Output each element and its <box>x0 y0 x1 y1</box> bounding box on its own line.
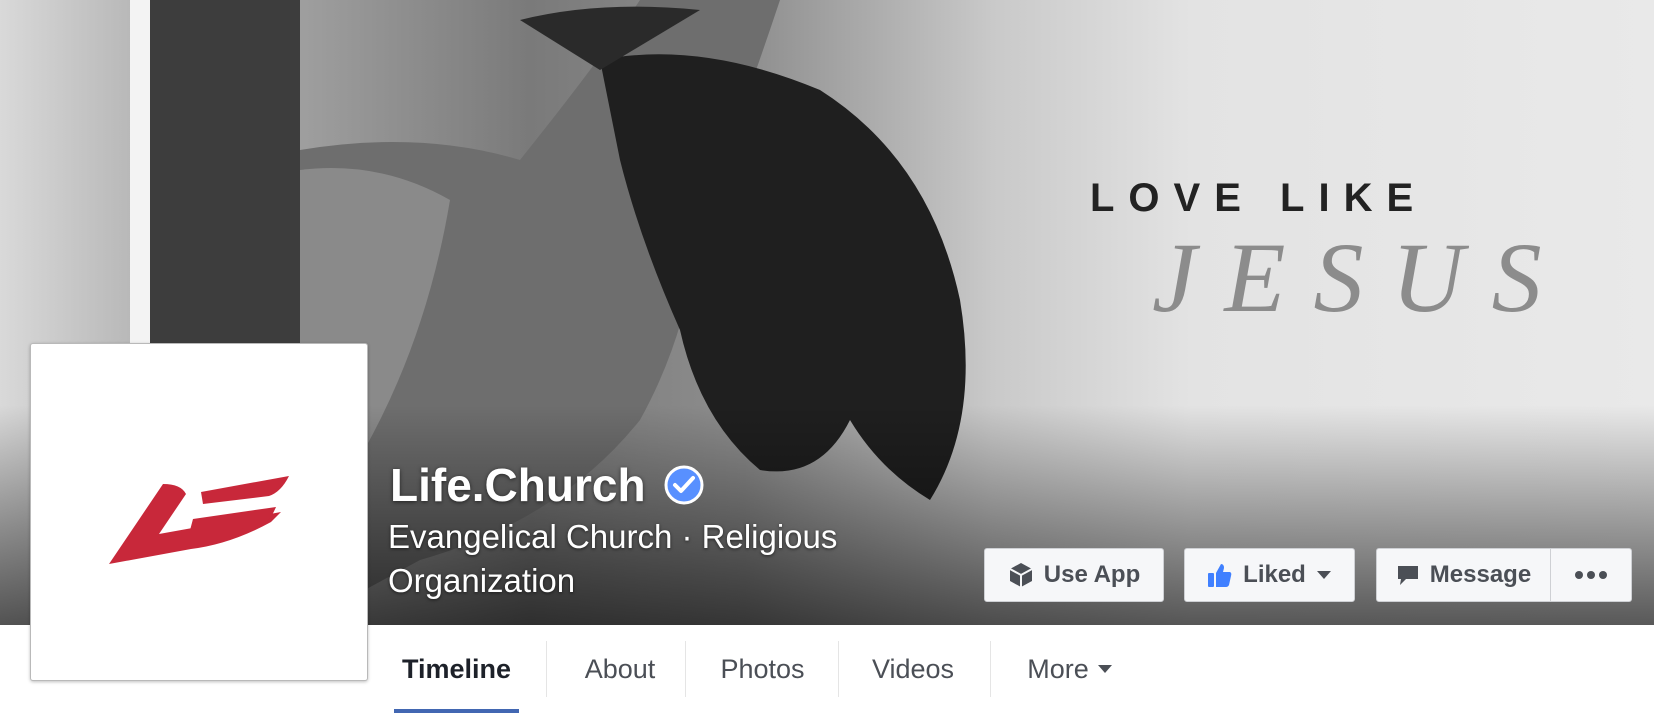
liked-button[interactable]: Liked <box>1184 548 1355 602</box>
caret-down-icon <box>1097 665 1112 673</box>
tab-videos[interactable]: Videos <box>853 625 973 713</box>
tab-photos[interactable]: Photos <box>700 625 825 713</box>
tab-more-label: More <box>1027 653 1089 684</box>
tab-divider <box>685 641 686 697</box>
page-name[interactable]: Life.Church <box>390 458 646 512</box>
use-app-button[interactable]: Use App <box>984 548 1164 602</box>
message-label: Message <box>1429 561 1532 588</box>
cover-tagline-love-like: LOVE LIKE <box>1090 176 1428 220</box>
more-options-button[interactable] <box>1550 548 1632 602</box>
tab-timeline[interactable]: Timeline <box>394 625 519 713</box>
tab-divider <box>990 641 991 697</box>
tab-divider <box>838 641 839 697</box>
speech-bubble-icon <box>1397 566 1418 585</box>
page-category[interactable]: Evangelical Church · Religious Organizat… <box>388 515 908 603</box>
ellipsis-icon <box>1575 571 1607 579</box>
liked-label: Liked <box>1243 561 1306 588</box>
tab-about[interactable]: About <box>560 625 680 713</box>
cover-tagline-jesus: JESUS <box>1152 222 1570 333</box>
message-button[interactable]: Message <box>1376 548 1551 602</box>
tab-divider <box>546 641 547 697</box>
thumbs-up-icon <box>1208 564 1232 587</box>
profile-picture[interactable] <box>30 343 368 681</box>
caret-down-icon <box>1316 571 1331 579</box>
cube-icon <box>1009 563 1033 587</box>
use-app-label: Use App <box>1043 561 1141 588</box>
tab-more[interactable]: More <box>1005 625 1135 713</box>
life-church-logo <box>109 476 289 564</box>
verified-badge-icon[interactable] <box>664 465 704 505</box>
active-tab-indicator <box>394 709 519 713</box>
page-title: Life.Church <box>390 458 704 512</box>
